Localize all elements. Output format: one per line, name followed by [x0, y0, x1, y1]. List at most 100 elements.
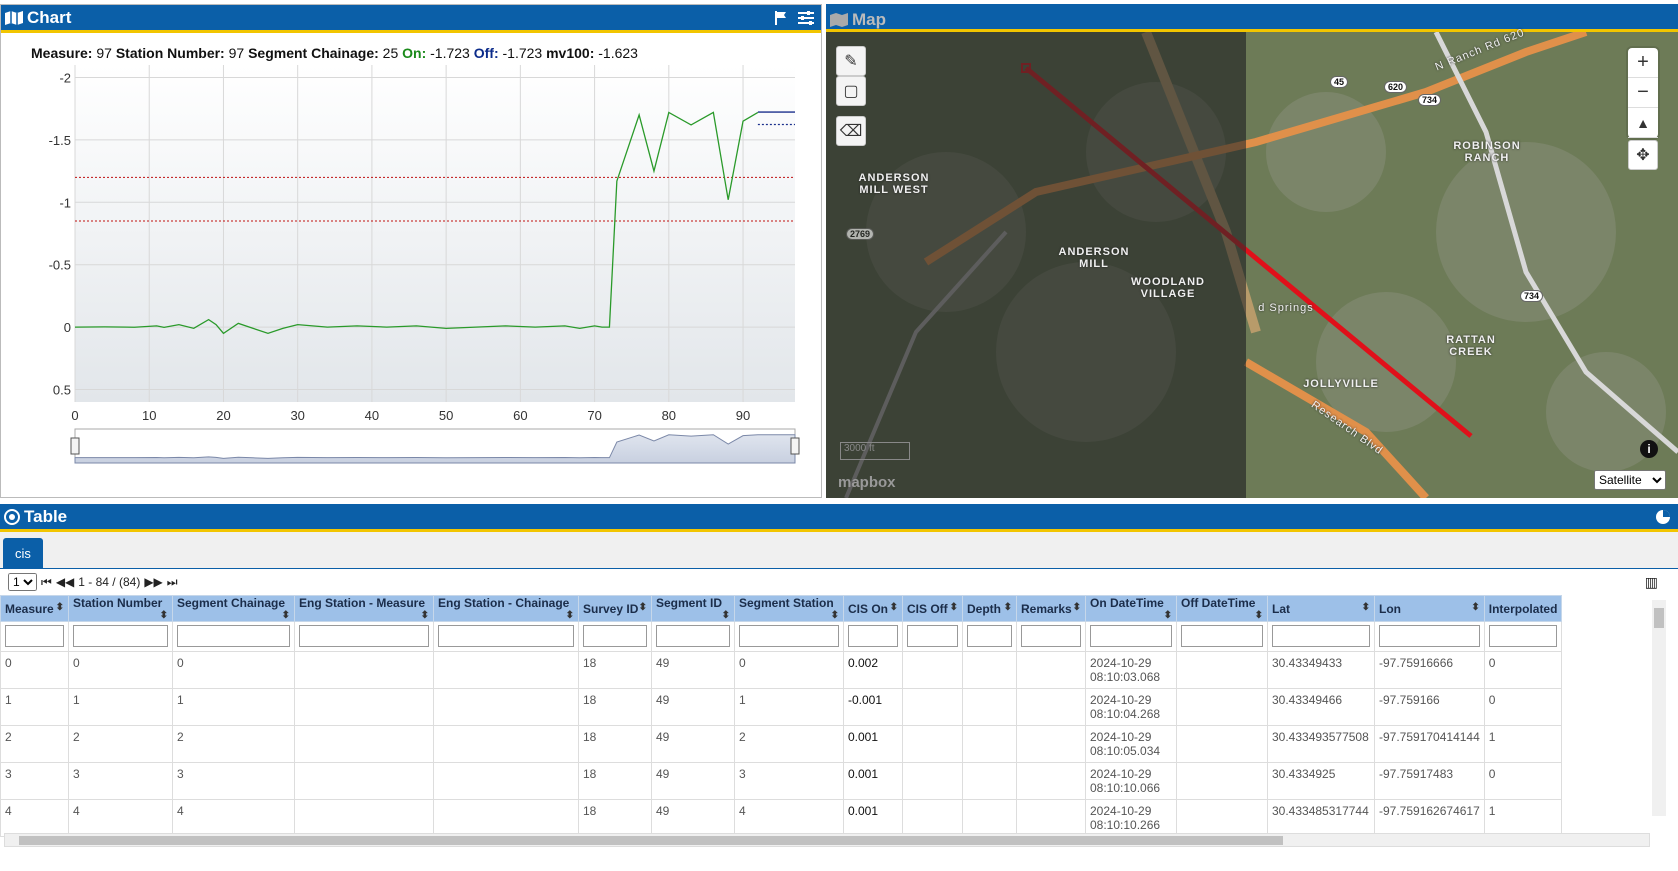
table-row[interactable]: 1 1 1 18 49 1 -0.001 2024-10-29 08:10:04.268 30.… — [0, 688, 1563, 726]
column-header[interactable]: Segment ID ⬍ — [651, 595, 735, 622]
map-canvas[interactable] — [826, 32, 1678, 498]
column-header[interactable]: Survey ID ⬍ — [578, 595, 652, 622]
sort-icon[interactable]: ⬍ — [950, 602, 958, 613]
filter-cell — [1085, 621, 1177, 652]
column-header[interactable]: On DateTime ⬍ — [1085, 595, 1177, 622]
column-filter-input[interactable] — [848, 625, 898, 647]
column-filter-input[interactable] — [656, 625, 730, 647]
column-header[interactable]: Measure ⬍ — [0, 595, 69, 622]
column-header[interactable]: Segment Station ⬍ — [734, 595, 844, 622]
navigator-handle-right[interactable] — [790, 437, 800, 455]
pan-move-tool[interactable]: ✥ — [1628, 140, 1658, 170]
flag-icon[interactable] — [773, 10, 789, 26]
table-title-text: Table — [24, 506, 68, 526]
column-header[interactable]: Lon ⬍ — [1374, 595, 1485, 622]
table-row[interactable]: 0 0 0 18 49 0 0.002 2024-10-29 08:10:03.068 30.4… — [0, 651, 1563, 689]
filter-cell — [1374, 621, 1485, 652]
map-panel: Map ✎ ▢ ⌫ ANDERSON MILL WEST ANDERSON MI… — [826, 4, 1678, 498]
column-filter-input[interactable] — [1181, 625, 1263, 647]
last-page-icon[interactable]: ⏭ — [167, 575, 178, 590]
table-title: Table — [0, 507, 67, 527]
line-chart[interactable]: -2-1.5-1-0.500.5 0 10 20 30 40 50 60 70 80 90 — [1, 29, 823, 499]
column-filter-input[interactable] — [739, 625, 839, 647]
sort-icon[interactable]: ⬍ — [282, 610, 290, 621]
sort-icon[interactable]: ⬍ — [722, 610, 730, 621]
eraser-tool[interactable]: ⌫ — [836, 116, 866, 146]
column-header[interactable]: Station Number ⬍ — [68, 595, 173, 622]
x-tick-label: 70 — [587, 408, 601, 423]
navigator-handle-left[interactable] — [70, 437, 80, 455]
table-row[interactable]: 4 4 4 18 49 4 0.001 2024-10-29 08:10:10.266 30.4… — [0, 799, 1563, 837]
sort-icon[interactable]: ⬍ — [1073, 602, 1081, 613]
column-header[interactable]: Eng Station - Measure ⬍ — [294, 595, 434, 622]
column-filter-input[interactable] — [1021, 625, 1081, 647]
page-size-select[interactable]: 1 — [8, 573, 37, 591]
column-header[interactable]: Remarks ⬍ — [1016, 595, 1086, 622]
sort-icon[interactable]: ⬍ — [1362, 602, 1370, 613]
column-header[interactable]: Interpolated — [1483, 595, 1563, 622]
column-filter-input[interactable] — [1379, 625, 1480, 647]
sort-icon[interactable]: ⬍ — [1004, 602, 1012, 613]
column-header[interactable]: CIS On ⬍ — [843, 595, 903, 622]
column-header[interactable]: Depth ⬍ — [962, 595, 1017, 622]
draw-polygon-tool[interactable]: ▢ — [836, 76, 866, 106]
column-header[interactable]: Lat ⬍ — [1267, 595, 1375, 622]
first-page-icon[interactable]: ⏮ — [41, 575, 52, 590]
y-tick-label: 0.5 — [53, 383, 71, 398]
tab-cis[interactable]: cis — [3, 538, 43, 568]
columns-toggle-icon[interactable]: ▥ — [1645, 574, 1658, 591]
sort-icon[interactable]: ⬍ — [566, 610, 574, 621]
filter-cell — [0, 621, 69, 652]
table-cell: 3 — [68, 762, 173, 800]
sort-icon[interactable]: ⬍ — [831, 610, 839, 621]
map-dim-overlay — [826, 32, 1246, 498]
zoom-in-button[interactable]: + — [1628, 48, 1658, 78]
shield-734: 734 — [1418, 94, 1442, 106]
label-jollyville: JOLLYVILLE — [1303, 378, 1379, 390]
sort-icon[interactable]: ⬍ — [56, 602, 64, 613]
pie-chart-icon[interactable] — [1654, 508, 1672, 526]
column-filter-input[interactable] — [5, 625, 64, 647]
draw-line-tool[interactable]: ✎ — [836, 46, 866, 76]
next-page-icon[interactable]: ▶▶ — [144, 575, 162, 589]
table-row[interactable]: 3 3 3 18 49 3 0.001 2024-10-29 08:10:10.066 30.4… — [0, 762, 1563, 800]
column-header[interactable]: Off DateTime ⬍ — [1176, 595, 1268, 622]
sort-icon[interactable]: ⬍ — [1164, 610, 1172, 621]
column-filter-input[interactable] — [1090, 625, 1172, 647]
column-filter-input[interactable] — [1488, 625, 1558, 647]
sort-icon[interactable]: ⬍ — [890, 602, 898, 613]
column-header[interactable]: Eng Station - Chainage ⬍ — [433, 595, 579, 622]
sort-icon[interactable]: ⬍ — [1471, 602, 1479, 613]
column-filter-input[interactable] — [299, 625, 429, 647]
vertical-scrollbar[interactable] — [1652, 600, 1666, 816]
sort-icon[interactable]: ⬍ — [639, 602, 647, 613]
info-icon[interactable]: i — [1640, 440, 1658, 458]
table-cell — [1176, 725, 1268, 763]
table-cell — [1016, 651, 1086, 689]
column-filter-input[interactable] — [73, 625, 168, 647]
column-header[interactable]: Segment Chainage ⬍ — [172, 595, 295, 622]
column-filter-input[interactable] — [907, 625, 958, 647]
table-row[interactable]: 2 2 2 18 49 2 0.001 2024-10-29 08:10:05.034 30.4… — [0, 725, 1563, 763]
table-cell — [294, 688, 434, 726]
compass-button[interactable]: ▲ — [1628, 108, 1658, 138]
column-filter-input[interactable] — [438, 625, 574, 647]
prev-page-icon[interactable]: ◀◀ — [56, 575, 74, 589]
table-cell: 30.43349433 — [1267, 651, 1375, 689]
table-cell — [1016, 762, 1086, 800]
table-cell: 3 — [734, 762, 844, 800]
table-cell: 2 — [0, 725, 69, 763]
column-header[interactable]: CIS Off ⬍ — [902, 595, 963, 622]
basemap-select[interactable]: Satellite — [1594, 470, 1666, 490]
column-filter-input[interactable] — [583, 625, 647, 647]
column-filter-input[interactable] — [967, 625, 1012, 647]
sort-icon[interactable]: ⬍ — [421, 610, 429, 621]
sort-icon[interactable]: ⬍ — [160, 610, 168, 621]
zoom-out-button[interactable]: − — [1628, 78, 1658, 108]
column-filter-input[interactable] — [1272, 625, 1370, 647]
sort-icon[interactable]: ⬍ — [1255, 610, 1263, 621]
settings-sliders-icon[interactable] — [797, 10, 815, 26]
column-filter-input[interactable] — [177, 625, 290, 647]
range-navigator[interactable] — [70, 428, 800, 464]
horizontal-scrollbar[interactable] — [4, 833, 1650, 847]
